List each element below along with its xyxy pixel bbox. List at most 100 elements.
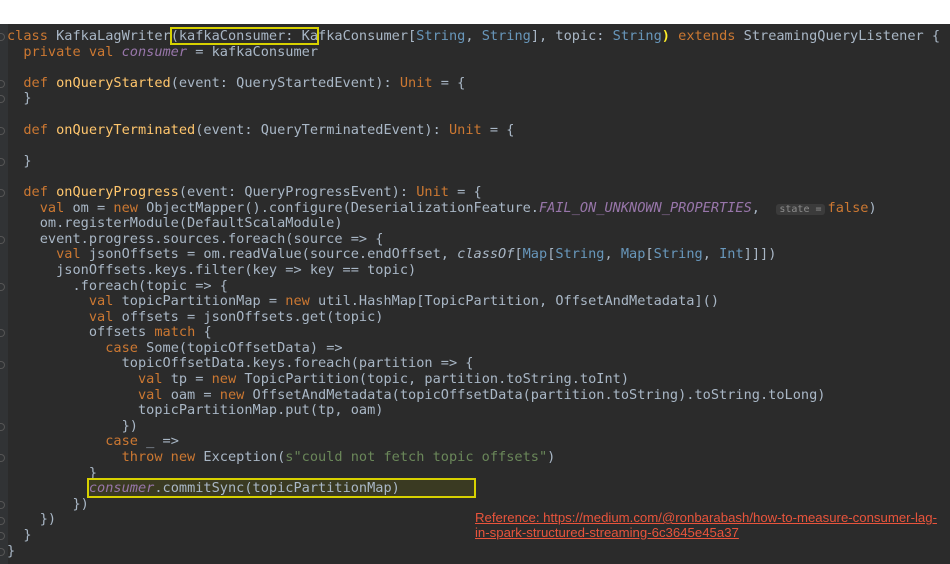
code-line[interactable]: def onQueryTerminated(event: QueryTermin… [7,121,940,139]
code-token: jsonOffsets.keys.filter(key => key == to… [7,261,417,278]
code-token: tp = [170,371,212,388]
code-line[interactable]: class KafkaLagWriter(kafkaConsumer: Kafk… [7,27,940,45]
code-line[interactable]: throw new Exception(s"could not fetch to… [7,449,940,466]
code-token: val [7,386,171,403]
code-token: ) [868,199,877,216]
code-token: new [285,293,319,310]
code-token: classOf [457,246,515,263]
code-line[interactable] [7,169,940,185]
fold-marker-icon[interactable] [0,329,5,338]
code-token: (event: QueryProgressEvent): [178,183,417,200]
code-token: topicOffsetData.keys.foreach(partition =… [7,355,474,372]
fold-marker-icon[interactable] [0,532,5,541]
code-token: jsonOffsets = om.readValue(source.endOff… [88,246,458,263]
code-line[interactable]: val offsets = jsonOffsets.get(topic) [7,309,940,326]
code-token: [ [514,246,523,263]
code-line[interactable]: val tp = new TopicPartition(topic, parti… [7,371,940,388]
code-line[interactable]: jsonOffsets.keys.filter(key => key == to… [7,261,940,279]
code-token: util.HashMap[TopicPartition, OffsetAndMe… [318,293,720,310]
code-area[interactable]: class KafkaLagWriter(kafkaConsumer: Kafk… [7,27,940,560]
code-line[interactable]: val jsonOffsets = om.readValue(source.en… [7,247,940,263]
fold-marker-icon[interactable] [0,235,5,244]
code-token: TopicPartition(topic, partition.toString… [244,371,630,388]
code-token: = { [481,121,515,138]
fold-marker-icon[interactable] [0,423,5,431]
code-token: } [7,90,32,107]
code-line[interactable]: topicPartitionMap.put(tp, oam) [7,402,940,419]
code-token: Exception( [203,449,286,466]
code-line[interactable] [7,107,940,123]
fold-marker-icon[interactable] [0,157,5,166]
code-token: private val [7,43,122,60]
code-line[interactable] [7,60,940,76]
fold-marker-icon[interactable] [0,282,5,291]
code-token: Unit [448,121,482,138]
reference-link[interactable]: Reference: https://medium.com/@ronbaraba… [475,510,945,540]
code-line[interactable]: topicOffsetData.keys.foreach(partition =… [7,356,940,372]
fold-marker-icon[interactable] [0,360,5,369]
code-line[interactable] [7,138,940,154]
code-token: }) [7,495,89,512]
code-line[interactable]: offsets match { [7,324,940,341]
code-token: } [7,152,32,169]
code-token: } [7,542,16,559]
code-line[interactable]: } [7,152,940,170]
code-line[interactable]: val topicPartitionMap = new util.HashMap… [7,293,940,310]
code-line[interactable]: case Some(topicOffsetData) => [7,339,940,357]
fold-marker-icon[interactable] [0,126,5,135]
code-line[interactable]: private val consumer = kafkaConsumer [7,43,940,61]
code-token: onQueryTerminated [56,121,196,138]
code-line[interactable]: } [7,464,940,482]
code-editor[interactable]: class KafkaLagWriter(kafkaConsumer: Kafk… [0,24,950,564]
code-token: String [612,28,662,44]
code-token: event.progress.sources.foreach(source =>… [7,230,384,247]
code-token: = kafkaConsumer [187,43,319,60]
code-token: String [481,28,531,44]
code-token: topicPartitionMap = [121,293,286,310]
code-token: topicPartitionMap.put(tp, oam) [7,402,384,419]
fold-marker-icon[interactable] [0,189,5,197]
code-line[interactable]: case _ => [7,434,940,450]
code-token: s"could not fetch topic offsets" [285,449,548,466]
fold-marker-icon[interactable] [0,547,5,556]
code-token: = { [448,183,482,200]
code-token: , [604,246,621,263]
code-line[interactable]: } [7,91,940,107]
fold-marker-icon[interactable] [0,516,5,525]
code-line[interactable]: .foreach(topic => { [7,278,940,295]
code-token: ) [547,449,556,466]
code-line[interactable]: consumer.commitSync(topicPartitionMap) [7,478,940,499]
code-token: FAIL_ON_UNKNOWN_PROPERTIES [539,199,752,216]
code-token: Map [522,246,548,263]
code-token: val [7,293,122,310]
code-line[interactable]: }) [7,418,940,435]
code-token: def [7,183,57,200]
code-line[interactable]: def onQueryProgress(event: QueryProgress… [7,183,940,201]
code-token: new [219,386,253,403]
code-token: om = [72,199,114,216]
fold-marker-icon[interactable] [0,454,5,463]
code-token: .commitSync(topicPartitionMap) [154,480,400,497]
code-token: = { [432,74,466,91]
fold-marker-icon[interactable] [0,33,5,41]
code-line[interactable]: val om = new ObjectMapper().configure(De… [7,199,940,217]
code-token: Unit [399,74,433,91]
code-token: consumer [88,480,155,497]
code-token: ) [661,28,670,44]
code-line[interactable]: om.registerModule(DefaultScalaModule) [7,215,940,232]
fold-marker-icon[interactable] [0,501,5,509]
code-line[interactable]: val oam = new OffsetAndMetadata(topicOff… [7,386,940,404]
code-token: } [7,464,98,481]
code-token: onQueryStarted [56,74,171,91]
code-token: ObjectMapper().configure(Deserialization… [146,199,539,216]
fold-marker-icon[interactable] [0,95,5,104]
code-line[interactable]: event.progress.sources.foreach(source =>… [7,230,940,248]
fold-marker-icon[interactable] [0,79,5,88]
code-line[interactable]: } [7,542,940,560]
code-token: }) [7,511,57,528]
code-token: oam = [170,386,220,403]
code-token: case [7,339,147,356]
code-line[interactable]: def onQueryStarted(event: QueryStartedEv… [7,74,940,92]
